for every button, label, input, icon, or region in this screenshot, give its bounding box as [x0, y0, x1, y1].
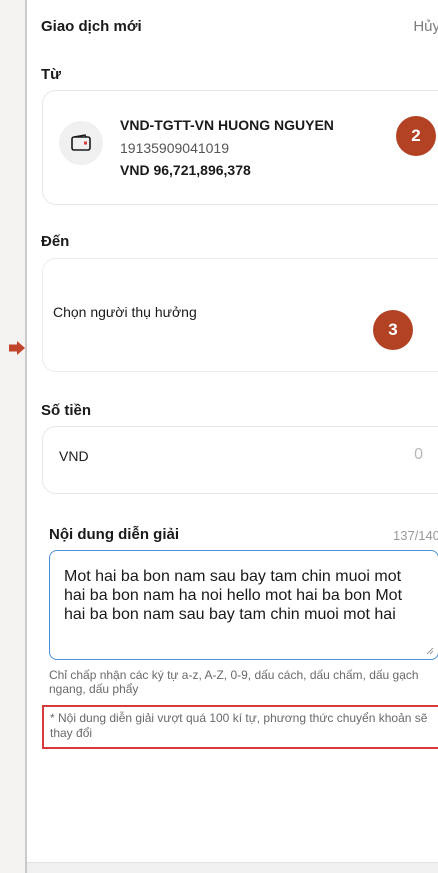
to-label: Đến	[41, 233, 70, 250]
allowed-characters-hint: Chỉ chấp nhận các ký tự a-z, A-Z, 0-9, d…	[49, 668, 419, 696]
step-badge-2: 2	[396, 116, 436, 156]
resize-handle-icon[interactable]	[426, 647, 434, 655]
amount-label: Số tiền	[41, 402, 92, 419]
account-balance: VND 96,721,896,378	[120, 162, 251, 178]
character-counter: 137/140	[393, 528, 438, 543]
beneficiary-selector[interactable]: Chọn người thụ hưởng 3	[42, 258, 438, 372]
from-label: Từ	[41, 66, 62, 83]
cancel-button[interactable]: Hủy	[413, 18, 438, 35]
currency-code: VND	[59, 448, 89, 464]
length-warning-box: * Nội dung diễn giải vượt quá 100 kí tự,…	[42, 705, 438, 749]
amount-field[interactable]: VND 0	[42, 426, 438, 494]
amount-value: 0	[414, 446, 423, 463]
description-textarea[interactable]: Mot hai ba bon nam sau bay tam chin muoi…	[49, 550, 438, 660]
page-title: Giao dịch mới	[41, 18, 142, 35]
account-name: VND-TGTT-VN HUONG NGUYEN	[120, 117, 334, 133]
length-warning-text: * Nội dung diễn giải vượt quá 100 kí tự,…	[50, 711, 428, 740]
description-label: Nội dung diễn giải	[49, 526, 179, 543]
account-number: 19135909041019	[120, 140, 230, 156]
step-badge-3: 3	[373, 310, 413, 350]
source-account-card[interactable]: VND-TGTT-VN HUONG NGUYEN 19135909041019 …	[42, 90, 438, 205]
beneficiary-placeholder: Chọn người thụ hưởng	[53, 304, 197, 320]
arrow-pointer-icon	[9, 341, 25, 360]
bottom-bar	[27, 862, 438, 873]
transaction-form-screen: Giao dịch mới Hủy Từ VND-TGTT-VN HUONG N…	[25, 0, 438, 873]
wallet-icon	[59, 121, 103, 165]
description-text: Mot hai ba bon nam sau bay tam chin muoi…	[64, 568, 403, 623]
